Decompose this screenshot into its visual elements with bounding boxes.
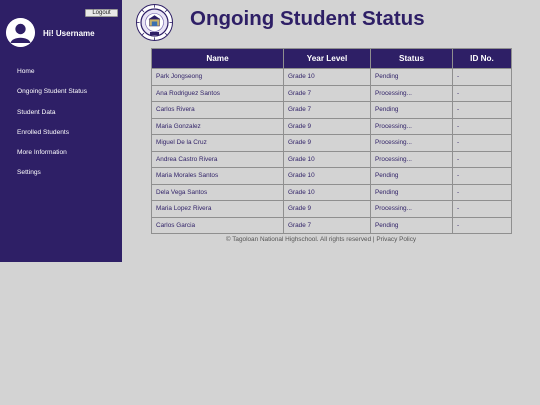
footer-copyright: © Tagoloan National Highschool. All righ…	[225, 236, 372, 243]
user-avatar-icon[interactable]	[6, 18, 35, 47]
cell-name: Park Jongseong	[151, 68, 284, 86]
cell-name: Carlos Garcia	[151, 216, 284, 234]
cell-year-level: Grade 10	[283, 183, 371, 201]
cell-name: Maria Morales Santos	[151, 167, 284, 185]
sidebar-item-settings[interactable]: Settings	[0, 164, 122, 184]
page-title: Ongoing Student Status	[190, 7, 425, 30]
student-status-table-container: Name Year Level Status ID No. Park Jongs…	[151, 48, 512, 234]
sidebar: Logout Hi! Username Home Ongoing Student…	[0, 0, 122, 262]
table-row[interactable]: Maria Gonzalez Grade 9 Processing... -	[151, 117, 512, 135]
table-header-row: Name Year Level Status ID No.	[151, 48, 512, 69]
cell-id-no: -	[452, 150, 512, 168]
cell-name: Andrea Castro Rivera	[151, 150, 284, 168]
cell-year-level: Grade 7	[283, 101, 371, 119]
cell-id-no: -	[452, 134, 512, 152]
cell-name: Dela Vega Santos	[151, 183, 284, 201]
cell-name: Ana Rodriguez Santos	[151, 84, 284, 102]
table-row[interactable]: Dela Vega Santos Grade 10 Pending -	[151, 183, 512, 201]
cell-status: Processing...	[370, 84, 453, 102]
cell-year-level: Grade 9	[283, 117, 371, 135]
column-header-year-level[interactable]: Year Level	[283, 48, 371, 69]
cell-year-level: Grade 9	[283, 134, 371, 152]
table-row[interactable]: Maria Lopez Rivera Grade 9 Processing... -	[151, 200, 512, 218]
cell-status: Processing...	[370, 200, 453, 218]
cell-id-no: -	[452, 117, 512, 135]
footer: © Tagoloan National Highschool. All righ…	[151, 236, 491, 243]
cell-status: Processing...	[370, 117, 453, 135]
table-row[interactable]: Carlos Garcia Grade 7 Pending -	[151, 216, 512, 234]
table-row[interactable]: Ana Rodriguez Santos Grade 7 Processing...…	[151, 84, 512, 102]
cell-name: Maria Gonzalez	[151, 117, 284, 135]
sidebar-item-enrolled-students[interactable]: Enrolled Students	[0, 124, 122, 144]
cell-status: Processing...	[370, 134, 453, 152]
cell-name: Maria Lopez Rivera	[151, 200, 284, 218]
cell-status: Processing...	[370, 150, 453, 168]
cell-year-level: Grade 10	[283, 150, 371, 168]
cell-id-no: -	[452, 167, 512, 185]
column-header-status[interactable]: Status	[370, 48, 453, 69]
cell-status: Pending	[370, 216, 453, 234]
cell-status: Pending	[370, 68, 453, 86]
privacy-policy-link[interactable]: Privacy Policy	[376, 236, 416, 243]
sidebar-item-ongoing-student-status[interactable]: Ongoing Student Status	[0, 83, 122, 103]
cell-name: Carlos Rivera	[151, 101, 284, 119]
sidebar-item-student-data[interactable]: Student Data	[0, 104, 122, 124]
cell-id-no: -	[452, 183, 512, 201]
sidebar-item-home[interactable]: Home	[0, 63, 122, 83]
logout-button[interactable]: Logout	[85, 9, 118, 17]
user-greeting: Hi! Username	[43, 29, 95, 38]
column-header-name[interactable]: Name	[151, 48, 284, 69]
cell-name: Miguel De la Cruz	[151, 134, 284, 152]
cell-status: Pending	[370, 183, 453, 201]
table-body: Park Jongseong Grade 10 Pending - Ana Rodrig…	[151, 68, 512, 234]
cell-id-no: -	[452, 101, 512, 119]
sidebar-nav: Home Ongoing Student Status Student Data…	[0, 63, 122, 185]
cell-year-level: Grade 7	[283, 216, 371, 234]
cell-id-no: -	[452, 84, 512, 102]
cell-status: Pending	[370, 167, 453, 185]
cell-id-no: -	[452, 200, 512, 218]
cell-id-no: -	[452, 216, 512, 234]
student-status-table: Name Year Level Status ID No. Park Jongs…	[151, 48, 512, 234]
cell-id-no: -	[452, 68, 512, 86]
table-row[interactable]: Maria Morales Santos Grade 10 Pending -	[151, 167, 512, 185]
table-row[interactable]: Miguel De la Cruz Grade 9 Processing... -	[151, 134, 512, 152]
cell-status: Pending	[370, 101, 453, 119]
sidebar-item-more-information[interactable]: More Information	[0, 144, 122, 164]
cell-year-level: Grade 7	[283, 84, 371, 102]
table-row[interactable]: Andrea Castro Rivera Grade 10 Processing..…	[151, 150, 512, 168]
table-row[interactable]: Carlos Rivera Grade 7 Pending -	[151, 101, 512, 119]
table-row[interactable]: Park Jongseong Grade 10 Pending -	[151, 68, 512, 86]
column-header-id-no[interactable]: ID No.	[452, 48, 512, 69]
cell-year-level: Grade 9	[283, 200, 371, 218]
school-seal-logo	[136, 4, 173, 41]
cell-year-level: Grade 10	[283, 68, 371, 86]
cell-year-level: Grade 10	[283, 167, 371, 185]
